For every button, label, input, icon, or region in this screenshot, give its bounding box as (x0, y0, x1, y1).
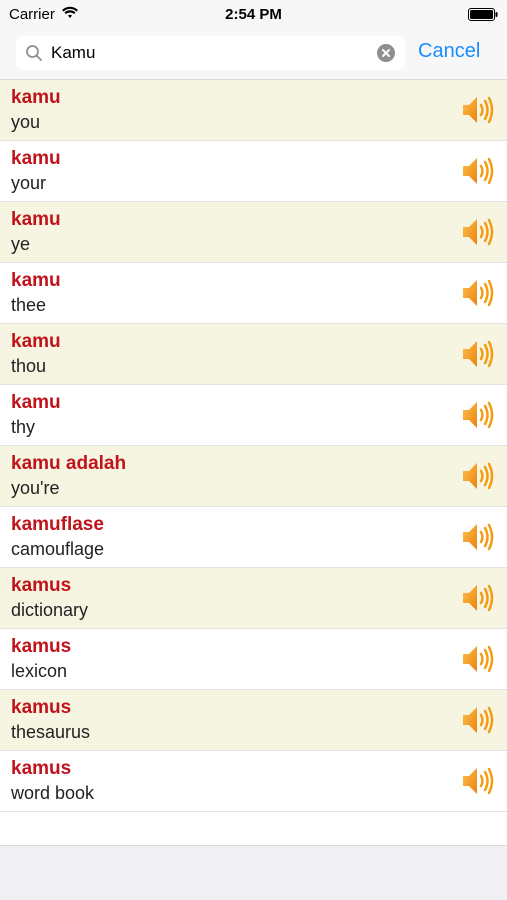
word-label: kamuflase (11, 514, 104, 535)
cancel-button[interactable]: Cancel (418, 40, 480, 63)
meaning-label: ye (11, 234, 31, 254)
meaning-label: lexicon (11, 661, 68, 681)
list-item[interactable]: kamus word book (0, 751, 507, 812)
search-icon (26, 45, 42, 61)
list-item[interactable]: kamuflase camouflage (0, 507, 507, 568)
meaning-label: camouflage (11, 539, 105, 559)
list-item[interactable]: kamu you (0, 80, 507, 141)
speaker-icon[interactable] (461, 399, 495, 431)
battery-icon (468, 8, 498, 21)
meaning-label: word book (11, 783, 95, 803)
list-item[interactable]: kamu thou (0, 324, 507, 385)
speaker-icon[interactable] (461, 155, 495, 187)
word-label: kamus (11, 758, 72, 779)
list-item[interactable]: kamus lexicon (0, 629, 507, 690)
list-item[interactable]: kamu ye (0, 202, 507, 263)
clear-icon[interactable] (377, 44, 395, 62)
meaning-label: thy (11, 417, 36, 437)
speaker-icon[interactable] (461, 765, 495, 797)
status-bar: Carrier 2:54 PM (0, 0, 507, 28)
speaker-icon[interactable] (461, 338, 495, 370)
list-item[interactable]: kamus thesaurus (0, 690, 507, 751)
speaker-icon[interactable] (461, 216, 495, 248)
meaning-label: your (11, 173, 47, 193)
list-item[interactable]: kamu thee (0, 263, 507, 324)
list-item[interactable]: kamu thy (0, 385, 507, 446)
speaker-icon[interactable] (461, 704, 495, 736)
search-input[interactable] (51, 36, 371, 70)
word-label: kamu (11, 392, 61, 413)
word-label: kamu (11, 148, 61, 169)
list-footer (0, 812, 507, 846)
word-label: kamus (11, 636, 72, 657)
speaker-icon[interactable] (461, 460, 495, 492)
status-time: 2:54 PM (225, 6, 282, 23)
meaning-label: thou (11, 356, 47, 376)
meaning-label: dictionary (11, 600, 89, 620)
results-list: kamu you kamu your kamu ye kamu thee kamu thou kam… (0, 80, 507, 812)
speaker-icon[interactable] (461, 643, 495, 675)
search-bar: Cancel (0, 28, 507, 80)
meaning-label: you're (11, 478, 60, 498)
speaker-icon[interactable] (461, 277, 495, 309)
speaker-icon[interactable] (461, 94, 495, 126)
word-label: kamus (11, 575, 72, 596)
list-item[interactable]: kamus dictionary (0, 568, 507, 629)
word-label: kamu (11, 331, 61, 352)
speaker-icon[interactable] (461, 521, 495, 553)
meaning-label: thee (11, 295, 47, 315)
meaning-label: you (11, 112, 41, 132)
search-field[interactable] (16, 36, 405, 70)
word-label: kamus (11, 697, 72, 718)
list-item[interactable]: kamu your (0, 141, 507, 202)
list-item[interactable]: kamu adalah you're (0, 446, 507, 507)
word-label: kamu (11, 270, 61, 291)
word-label: kamu adalah (11, 453, 127, 474)
word-label: kamu (11, 209, 61, 230)
meaning-label: thesaurus (11, 722, 91, 742)
word-label: kamu (11, 87, 61, 108)
speaker-icon[interactable] (461, 582, 495, 614)
